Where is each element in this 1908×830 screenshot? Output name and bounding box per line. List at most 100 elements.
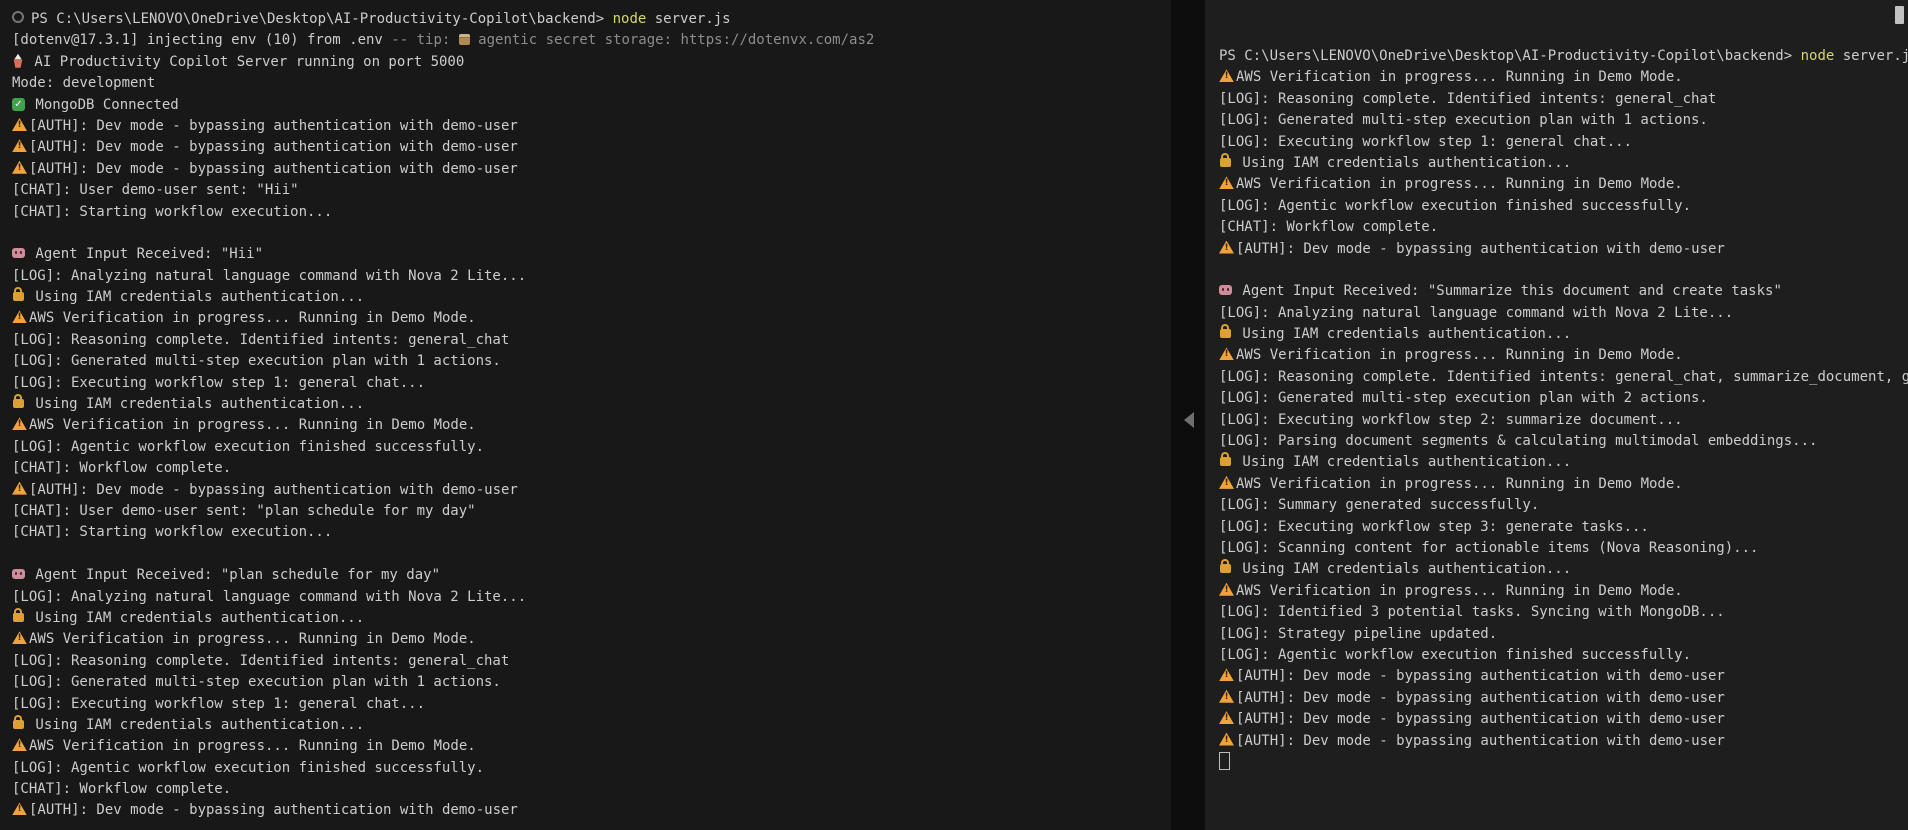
terminal-line: [AUTH]: Dev mode - bypassing authenticat… [12,137,1165,158]
terminal-line: Using IAM credentials authentication... [1219,559,1904,580]
terminal-text: [AUTH]: Dev mode - bypassing authenticat… [1236,689,1725,706]
terminal-text: Using IAM credentials authentication... [1234,326,1572,343]
warning-icon [1219,668,1234,682]
warning-icon [12,417,27,431]
terminal-text: [dotenv@17.3.1] injecting env (10) from … [12,32,392,49]
warning-icon [1219,240,1234,254]
terminal-line: Using IAM credentials authentication... [1219,324,1904,345]
robot-icon [1219,285,1232,296]
terminal-text: [LOG]: Reasoning complete. Identified in… [12,331,510,348]
terminal-text: [LOG]: Reasoning complete. Identified in… [1219,368,1908,385]
cursor-icon [1219,751,1230,770]
warning-icon [1219,732,1234,746]
terminal-text: [LOG]: Analyzing natural language comman… [12,267,527,284]
terminal-line: [LOG]: Agentic workflow execution finish… [1219,645,1904,666]
pane-sash[interactable] [1171,0,1205,830]
terminal-line: AI Productivity Copilot Server running o… [12,52,1165,73]
lock-icon [13,394,24,409]
terminal-text: AWS Verification in progress... Running … [29,631,476,648]
terminal-line: Using IAM credentials authentication... [12,714,1165,736]
terminal-pane-left[interactable]: PS C:\Users\LENOVO\OneDrive\Desktop\AI-P… [0,0,1171,830]
lock-icon [1220,152,1231,167]
terminal-text: -- tip: [391,32,459,49]
warning-icon [1219,475,1234,489]
warning-icon [12,802,27,816]
terminal-line: [LOG]: Reasoning complete. Identified in… [12,651,1165,672]
terminal-text: Agent Input Received: "Summarize this do… [1234,283,1782,300]
terminal-line: [CHAT]: Starting workflow execution... [12,202,1165,223]
terminal-text: Using IAM credentials authentication... [27,609,365,626]
warning-icon [1219,176,1234,190]
terminal-line: AWS Verification in progress... Running … [12,308,1165,329]
terminal-line: [LOG]: Summary generated successfully. [1219,495,1904,516]
terminal-line: [LOG]: Generated multi-step execution pl… [1219,110,1904,131]
terminal-line: [LOG]: Executing workflow step 1: genera… [12,373,1165,394]
warning-icon [12,117,27,131]
terminal-text: [CHAT]: Workflow complete. [1219,219,1439,236]
terminal-line: [LOG]: Executing workflow step 3: genera… [1219,517,1904,538]
terminal-line: Using IAM credentials authentication... [12,607,1165,629]
terminal-line: [CHAT]: Starting workflow execution... [12,522,1165,543]
terminal-line: [LOG]: Identified 3 potential tasks. Syn… [1219,602,1904,623]
warning-icon [1219,69,1234,83]
terminal-line: [CHAT]: Workflow complete. [12,779,1165,800]
scrollbar-thumb[interactable] [1895,6,1904,24]
terminal-line: [AUTH]: Dev mode - bypassing authenticat… [12,159,1165,180]
terminal-text: server.js [1842,48,1908,64]
terminal-line: [LOG]: Scanning content for actionable i… [1219,538,1904,559]
terminal-text: [LOG]: Generated multi-step execution pl… [12,353,501,370]
terminal-text: [LOG]: Agentic workflow execution finish… [1219,197,1692,214]
terminal-text: [LOG]: Executing workflow step 3: genera… [1219,518,1649,535]
terminal-line: [LOG]: Executing workflow step 1: genera… [12,694,1165,715]
terminal-line [1219,751,1904,773]
warning-icon [12,631,27,645]
terminal-link[interactable]: https://dotenvx.com/as2 [680,32,874,48]
terminal-line: AWS Verification in progress... Running … [1219,174,1904,195]
terminal-line: Using IAM credentials authentication... [12,287,1165,308]
warning-icon [12,738,27,752]
terminal-line: Using IAM credentials authentication... [1219,152,1904,174]
terminal-text: AWS Verification in progress... Running … [29,738,476,755]
terminal-text: [CHAT]: User demo-user sent: "plan sched… [12,502,476,519]
terminal-text: [LOG]: Generated multi-step execution pl… [12,674,501,691]
terminal-line: [CHAT]: Workflow complete. [12,458,1165,479]
terminal-line: Mode: development [12,73,1165,94]
terminal-line: [LOG]: Generated multi-step execution pl… [12,672,1165,693]
terminal-line: AWS Verification in progress... Running … [1219,67,1904,88]
terminal-text: AWS Verification in progress... Running … [1236,69,1683,86]
terminal-text: Using IAM credentials authentication... [1234,454,1572,471]
terminal-line: AWS Verification in progress... Running … [12,629,1165,650]
terminal-text: Using IAM credentials authentication... [27,716,365,733]
terminal-line: [AUTH]: Dev mode - bypassing authenticat… [1219,709,1904,730]
terminal-line: Agent Input Received: "Summarize this do… [1219,281,1904,302]
terminal-text: [LOG]: Summary generated successfully. [1219,497,1540,514]
terminal-line: [LOG]: Generated multi-step execution pl… [1219,388,1904,409]
package-icon [458,34,470,46]
terminal-text: PS C:\Users\LENOVO\OneDrive\Desktop\AI-P… [1219,48,1801,64]
terminal-line: Using IAM credentials authentication... [12,394,1165,415]
terminal-line: AWS Verification in progress... Running … [12,736,1165,757]
terminal-line: AWS Verification in progress... Running … [1219,474,1904,495]
terminal-text: Agent Input Received: "plan schedule for… [27,567,441,584]
lock-icon [1220,559,1231,574]
terminal-text: [AUTH]: Dev mode - bypassing authenticat… [1236,732,1725,749]
terminal-text: [CHAT]: Starting workflow execution... [12,524,333,541]
warning-icon [12,139,27,153]
terminal-line: [AUTH]: Dev mode - bypassing authenticat… [12,800,1165,821]
terminal-line: [LOG]: Analyzing natural language comman… [12,587,1165,608]
lock-icon [1220,324,1231,339]
terminal-pane-right[interactable]: PS C:\Users\LENOVO\OneDrive\Desktop\AI-P… [1205,0,1908,830]
terminal-text: [LOG]: Executing workflow step 1: genera… [1219,133,1633,150]
terminal-line: [dotenv@17.3.1] injecting env (10) from … [12,30,1165,51]
terminal-line: [LOG]: Agentic workflow execution finish… [12,758,1165,779]
terminal-line: [LOG]: Analyzing natural language comman… [12,266,1165,287]
terminal-line: [LOG]: Reasoning complete. Identified in… [12,330,1165,351]
terminal-line: [AUTH]: Dev mode - bypassing authenticat… [1219,666,1904,687]
terminal-text: MongoDB Connected [27,96,179,113]
terminal-text: [LOG]: Executing workflow step 1: genera… [12,374,426,391]
terminal-text: [LOG]: Agentic workflow execution finish… [12,438,485,455]
terminal-window: { "colors": { "bg-left": "#181818", "bg-… [0,0,1908,830]
terminal-text: agentic secret storage: [469,32,681,49]
terminal-text: [AUTH]: Dev mode - bypassing authenticat… [29,481,518,498]
